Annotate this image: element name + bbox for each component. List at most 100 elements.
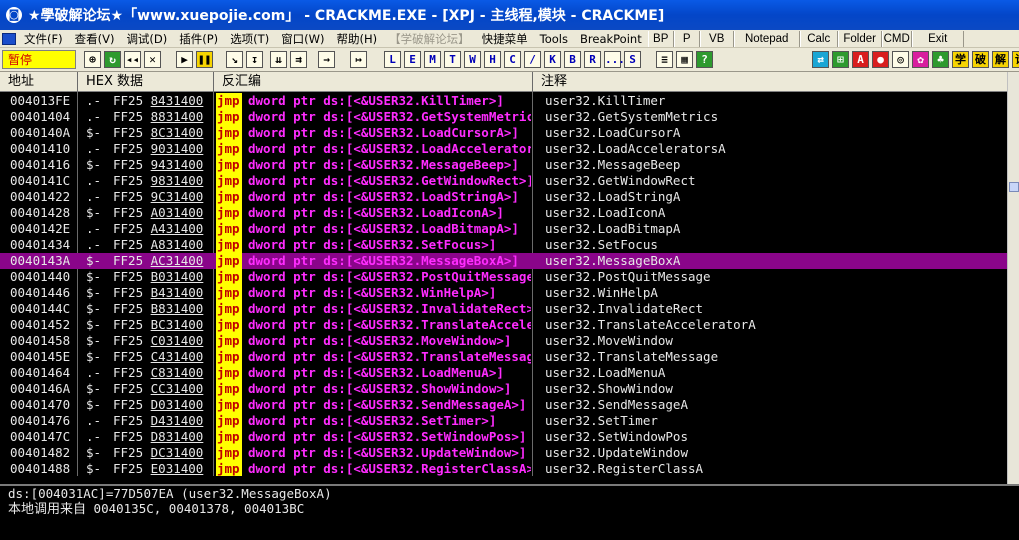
menu-shortcuts[interactable]: 快捷菜单 bbox=[476, 30, 534, 47]
row-comment: user32.LoadStringA bbox=[545, 189, 681, 204]
appearance-icon[interactable]: ▦ bbox=[676, 51, 693, 68]
exit-button[interactable]: Exit bbox=[911, 31, 964, 47]
trace-into-icon[interactable]: ⇊ bbox=[270, 51, 287, 68]
disasm-row[interactable]: 00401416 $- FF25 9431400 jmp dword ptr ds:[<… bbox=[0, 157, 1007, 173]
disasm-row[interactable]: 00401464 .- FF25 C831400 jmp dword ptr ds:[<… bbox=[0, 365, 1007, 381]
run-icon[interactable]: ▶ bbox=[176, 51, 193, 68]
call-stack-button[interactable]: K bbox=[544, 51, 561, 68]
p-button[interactable]: P bbox=[673, 31, 700, 47]
disasm-row[interactable]: 00401404 .- FF25 8831400 jmp dword ptr ds:[<… bbox=[0, 109, 1007, 125]
disasm-row[interactable]: 0040146A $- FF25 CC31400 jmp dword ptr ds:[<… bbox=[0, 381, 1007, 397]
row-mnemonic: jmp bbox=[216, 397, 242, 413]
windows-window-button[interactable]: W bbox=[464, 51, 481, 68]
disasm-row[interactable]: 0040142E .- FF25 A431400 jmp dword ptr ds:[<… bbox=[0, 221, 1007, 237]
flower-icon[interactable]: ✿ bbox=[912, 51, 929, 68]
folder-button[interactable]: Folder bbox=[837, 31, 882, 47]
help-icon[interactable]: ? bbox=[696, 51, 713, 68]
disasm-row[interactable]: 0040140A $- FF25 8C31400 jmp dword ptr ds:[<… bbox=[0, 125, 1007, 141]
rewind-icon[interactable]: ◂◂ bbox=[124, 51, 141, 68]
row-hex-address: AC31400 bbox=[150, 253, 204, 268]
breakpoints-window-button[interactable]: B bbox=[564, 51, 581, 68]
disasm-row[interactable]: 00401482 $- FF25 DC31400 jmp dword ptr ds:[<… bbox=[0, 445, 1007, 461]
app-icon[interactable]: ◙ bbox=[6, 7, 22, 23]
step-over-icon[interactable]: ↧ bbox=[246, 51, 263, 68]
log-window-button[interactable]: L bbox=[384, 51, 401, 68]
disasm-row[interactable]: 0040147C .- FF25 D831400 jmp dword ptr ds:[<… bbox=[0, 429, 1007, 445]
row-operands: dword ptr ds:[<&USER32.SendMessageA>] bbox=[248, 397, 527, 412]
patches-window-button[interactable]: / bbox=[524, 51, 541, 68]
row-mnemonic: jmp bbox=[216, 173, 242, 189]
disasm-row[interactable]: 00401434 .- FF25 A831400 jmp dword ptr ds:[<… bbox=[0, 237, 1007, 253]
execute-till-return-icon[interactable]: → bbox=[318, 51, 335, 68]
menu-window[interactable]: 窗口(W) bbox=[275, 30, 330, 47]
source-window-button[interactable]: S bbox=[624, 51, 641, 68]
record-icon[interactable]: ● bbox=[872, 51, 889, 68]
hex-column-header[interactable]: HEX 数据 bbox=[78, 72, 214, 92]
disasm-row[interactable]: 00401440 $- FF25 B031400 jmp dword ptr ds:[<… bbox=[0, 269, 1007, 285]
xue-button[interactable]: 学 bbox=[952, 51, 969, 68]
menu-debug[interactable]: 调试(D) bbox=[120, 30, 173, 47]
cmd-button[interactable]: CMD bbox=[881, 31, 912, 47]
disasm-row[interactable]: 0040141C .- FF25 9831400 jmp dword ptr ds:[<… bbox=[0, 173, 1007, 189]
step-into-icon[interactable]: ↘ bbox=[226, 51, 243, 68]
disasm-row[interactable]: 00401470 $- FF25 D031400 jmp dword ptr ds:[<… bbox=[0, 397, 1007, 413]
trace-over-icon[interactable]: ⇉ bbox=[290, 51, 307, 68]
modules-window-button[interactable]: E bbox=[404, 51, 421, 68]
run-trace-button[interactable]: ... bbox=[604, 51, 625, 68]
row-hex: FF25 E031400 bbox=[113, 461, 212, 476]
row-hex-address: A831400 bbox=[150, 237, 204, 252]
menu-options[interactable]: 选项(T) bbox=[224, 30, 275, 47]
plugin-icon[interactable]: ⊞ bbox=[832, 51, 849, 68]
po-button[interactable]: 破 bbox=[972, 51, 989, 68]
lun-button[interactable]: 论 bbox=[1012, 51, 1019, 68]
menu-plugins[interactable]: 插件(P) bbox=[173, 30, 224, 47]
restart-icon[interactable]: ↻ bbox=[104, 51, 121, 68]
open-icon[interactable]: ⊕ bbox=[84, 51, 101, 68]
tree-icon[interactable]: ♣ bbox=[932, 51, 949, 68]
alert-icon[interactable]: A bbox=[852, 51, 869, 68]
notepad-button[interactable]: Notepad bbox=[733, 31, 800, 47]
disasm-row[interactable]: 0040143A $- FF25 AC31400 jmp dword ptr ds:[<… bbox=[0, 253, 1007, 269]
disasm-row[interactable]: 004013FE .- FF25 8431400 jmp dword ptr ds:[<… bbox=[0, 93, 1007, 109]
address-column-header[interactable]: 地址 bbox=[0, 72, 78, 92]
disasm-row[interactable]: 00401422 .- FF25 9C31400 jmp dword ptr ds:[<… bbox=[0, 189, 1007, 205]
disasm-row[interactable]: 00401458 $- FF25 C031400 jmp dword ptr ds:[<… bbox=[0, 333, 1007, 349]
threads-window-button[interactable]: T bbox=[444, 51, 461, 68]
row-jump-marker: .- bbox=[86, 93, 102, 108]
handles-window-button[interactable]: H bbox=[484, 51, 501, 68]
jie-button[interactable]: 解 bbox=[992, 51, 1009, 68]
menu-breakpoint[interactable]: BreakPoint bbox=[574, 30, 648, 47]
cpu-disassembly-pane[interactable]: 地址 HEX 数据 反汇编 注释 004013FE .- FF25 8431400 j… bbox=[0, 72, 1019, 484]
vb-button[interactable]: VB bbox=[699, 31, 734, 47]
vertical-scrollbar[interactable] bbox=[1007, 72, 1019, 484]
pause-icon[interactable]: ❚❚ bbox=[196, 51, 213, 68]
menu-tools[interactable]: Tools bbox=[534, 30, 574, 47]
target-icon[interactable]: ◎ bbox=[892, 51, 909, 68]
debug-options-icon[interactable]: ≡ bbox=[656, 51, 673, 68]
menu-view[interactable]: 查看(V) bbox=[69, 30, 121, 47]
disasm-row[interactable]: 00401452 $- FF25 BC31400 jmp dword ptr ds:[<… bbox=[0, 317, 1007, 333]
cpu-window-icon[interactable] bbox=[0, 30, 18, 47]
references-window-button[interactable]: R bbox=[584, 51, 601, 68]
refresh-icon[interactable]: ⇄ bbox=[812, 51, 829, 68]
disasm-row[interactable]: 00401476 .- FF25 D431400 jmp dword ptr ds:[<… bbox=[0, 413, 1007, 429]
bp-button[interactable]: BP bbox=[647, 31, 674, 47]
disasm-row[interactable]: 00401446 $- FF25 B431400 jmp dword ptr ds:[<… bbox=[0, 285, 1007, 301]
calc-button[interactable]: Calc bbox=[799, 31, 838, 47]
disasm-row[interactable]: 0040144C $- FF25 B831400 jmp dword ptr ds:[<… bbox=[0, 301, 1007, 317]
scrollbar-thumb[interactable] bbox=[1009, 182, 1019, 192]
close-icon[interactable]: ✕ bbox=[144, 51, 161, 68]
comment-column-header[interactable]: 注释 bbox=[533, 72, 1007, 92]
memory-window-button[interactable]: M bbox=[424, 51, 441, 68]
disasm-row[interactable]: 0040145E $- FF25 C431400 jmp dword ptr ds:[<… bbox=[0, 349, 1007, 365]
disasm-row[interactable]: 00401428 $- FF25 A031400 jmp dword ptr ds:[<… bbox=[0, 205, 1007, 221]
menu-help[interactable]: 帮助(H) bbox=[331, 30, 384, 47]
row-hex-address: 8431400 bbox=[150, 93, 204, 108]
row-operands: dword ptr ds:[<&USER32.KillTimer>] bbox=[248, 93, 504, 108]
cpu-window-button[interactable]: C bbox=[504, 51, 521, 68]
go-to-icon[interactable]: ↦ bbox=[350, 51, 367, 68]
disasm-column-header[interactable]: 反汇编 bbox=[214, 72, 533, 92]
menu-file[interactable]: 文件(F) bbox=[18, 30, 69, 47]
disasm-row[interactable]: 00401488 $- FF25 E031400 jmp dword ptr ds:[<… bbox=[0, 461, 1007, 476]
disasm-row[interactable]: 00401410 .- FF25 9031400 jmp dword ptr ds:[<… bbox=[0, 141, 1007, 157]
